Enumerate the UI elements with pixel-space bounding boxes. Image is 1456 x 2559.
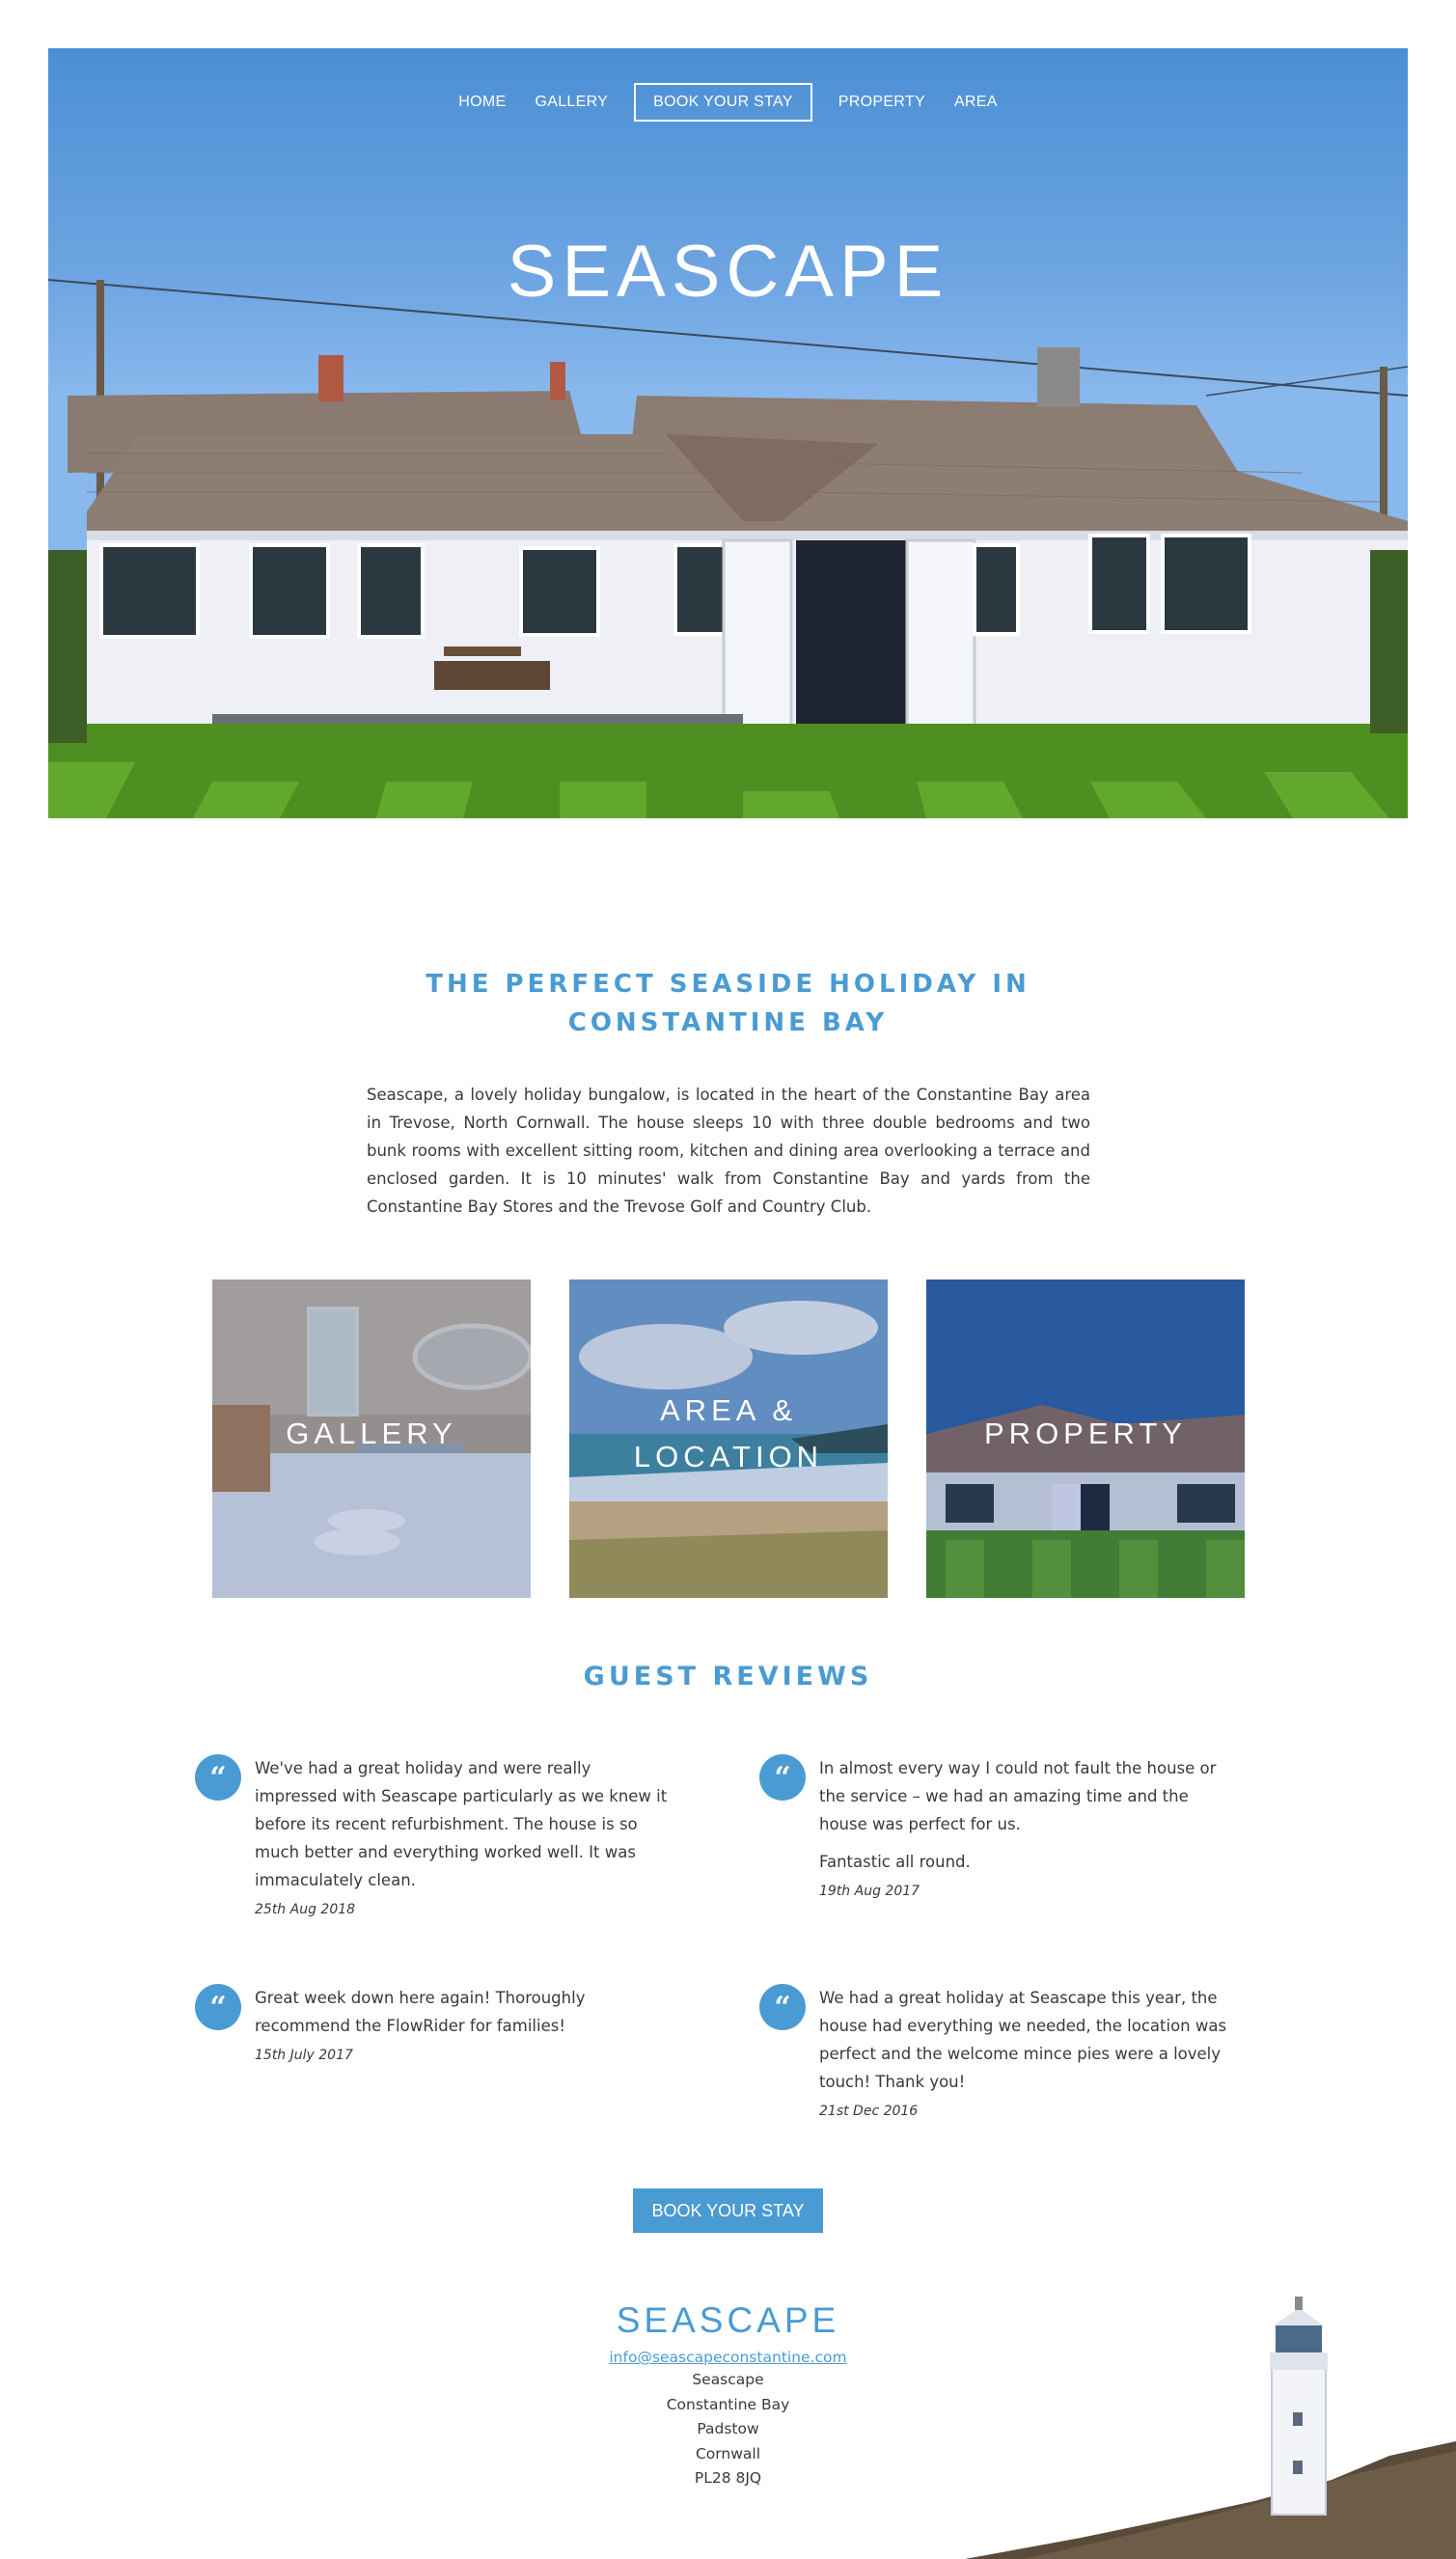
intro-title-line1: THE PERFECT SEASIDE HOLIDAY IN bbox=[426, 970, 1030, 999]
footer-address-line: Seascape bbox=[692, 2371, 764, 2388]
tile-area-location[interactable]: AREA & LOCATION bbox=[569, 1280, 888, 1598]
intro-text: Seascape, a lovely holiday bungalow, is … bbox=[367, 1086, 1090, 1216]
main-nav: HOME GALLERY BOOK YOUR STAY PROPERTY ARE… bbox=[48, 83, 1408, 122]
nav-area[interactable]: AREA bbox=[940, 84, 1012, 121]
quote-icon: “ bbox=[195, 1754, 241, 1801]
site-footer: SEASCAPE info@seascapeconstantine.com Se… bbox=[0, 2295, 1456, 2491]
review-text-extra: Fantastic all round. bbox=[819, 1853, 971, 1871]
hero-house-photo bbox=[48, 279, 1408, 818]
review-date: 19th Aug 2017 bbox=[819, 1884, 920, 1899]
tile-property-label: PROPERTY bbox=[984, 1417, 1187, 1450]
hero-logo: SEASCAPE bbox=[507, 231, 949, 313]
footer-address-line: Constantine Bay bbox=[666, 2395, 790, 2413]
review-text: We've had a great holiday and were reall… bbox=[255, 1759, 668, 1889]
footer-address-line: Padstow bbox=[697, 2420, 759, 2437]
footer-address-line: PL28 8JQ bbox=[694, 2469, 762, 2487]
footer-logo: SEASCAPE bbox=[616, 2300, 840, 2340]
tile-area-label-line1: AREA & bbox=[660, 1393, 797, 1427]
tile-property[interactable]: PROPERTY bbox=[926, 1280, 1245, 1598]
tile-gallery[interactable]: GALLERY bbox=[212, 1280, 531, 1598]
feature-tiles: GALLERY AREA & LOCATION PROPERTY bbox=[212, 1280, 1245, 1598]
review-text: We had a great holiday at Seascape this … bbox=[819, 1989, 1227, 2091]
reviews-title: GUEST REVIEWS bbox=[583, 1662, 873, 1692]
review-date: 15th July 2017 bbox=[255, 2048, 353, 2063]
footer-email-link[interactable]: info@seascapeconstantine.com bbox=[0, 2347, 1456, 2368]
quote-icon: “ bbox=[759, 1754, 806, 1801]
book-your-stay-button[interactable]: BOOK YOUR STAY bbox=[633, 2188, 823, 2233]
nav-book-your-stay[interactable]: BOOK YOUR STAY bbox=[634, 83, 812, 122]
nav-property[interactable]: PROPERTY bbox=[824, 84, 940, 121]
quote-icon: “ bbox=[759, 1984, 806, 2030]
tile-gallery-label: GALLERY bbox=[286, 1417, 457, 1450]
nav-gallery[interactable]: GALLERY bbox=[520, 84, 622, 121]
review-text: Great week down here again! Thoroughly r… bbox=[255, 1989, 586, 2035]
review-text: In almost every way I could not fault th… bbox=[819, 1759, 1217, 1833]
review-date: 21st Dec 2016 bbox=[819, 2104, 919, 2119]
nav-home[interactable]: HOME bbox=[444, 84, 520, 121]
quote-icon: “ bbox=[195, 1984, 241, 2030]
intro-title: THE PERFECT SEASIDE HOLIDAY IN CONSTANTI… bbox=[0, 965, 1456, 1042]
hero-banner: HOME GALLERY BOOK YOUR STAY PROPERTY ARE… bbox=[48, 48, 1408, 818]
tile-area-label: AREA & LOCATION bbox=[569, 1388, 888, 1480]
tile-area-label-line2: LOCATION bbox=[633, 1440, 824, 1473]
footer-address-line: Cornwall bbox=[695, 2444, 761, 2463]
intro-title-line2: CONSTANTINE BAY bbox=[567, 1008, 889, 1037]
review-date: 25th Aug 2018 bbox=[255, 1902, 356, 1917]
